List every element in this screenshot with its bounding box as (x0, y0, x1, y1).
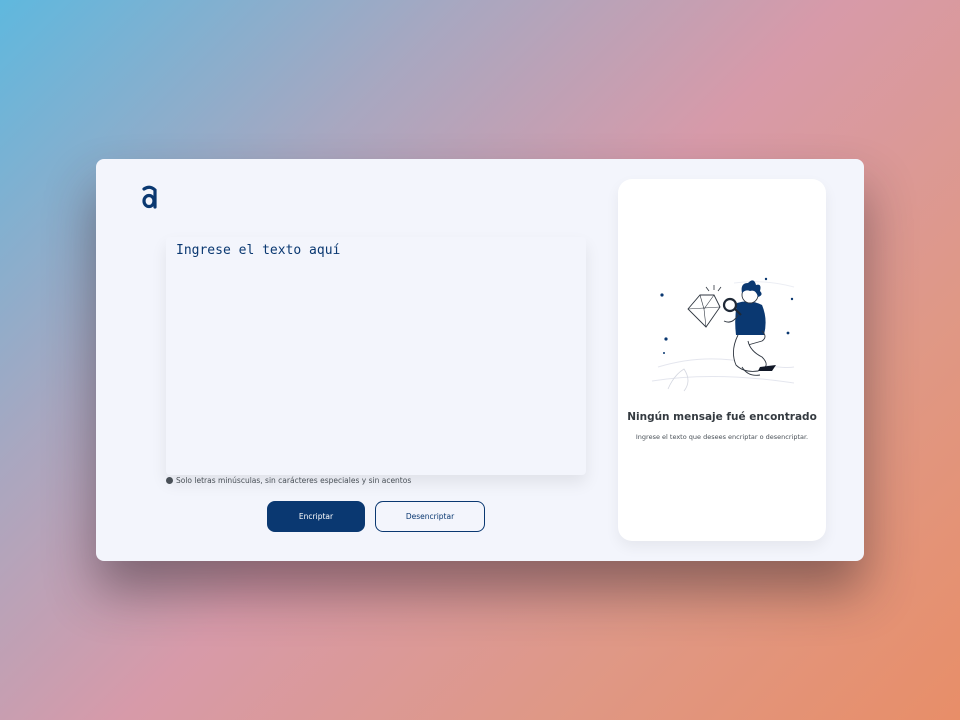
empty-state-subtitle: Ingrese el texto que desees encriptar o … (635, 433, 809, 441)
app-window: Solo letras minúsculas, sin carácteres e… (96, 159, 864, 561)
hint-text: Solo letras minúsculas, sin carácteres e… (176, 476, 412, 485)
empty-state-title: Ningún mensaje fué encontrado (627, 411, 817, 423)
person-magnifying-glass-diamond-illustration (644, 271, 802, 403)
decrypt-button[interactable]: Desencriptar (375, 501, 485, 532)
encrypt-button[interactable]: Encriptar (267, 501, 365, 532)
input-hint: Solo letras minúsculas, sin carácteres e… (166, 476, 411, 485)
message-input[interactable] (166, 237, 586, 475)
alura-logo-icon[interactable] (140, 183, 160, 213)
info-icon (166, 477, 173, 484)
output-panel: Ningún mensaje fué encontrado Ingrese el… (618, 179, 826, 541)
